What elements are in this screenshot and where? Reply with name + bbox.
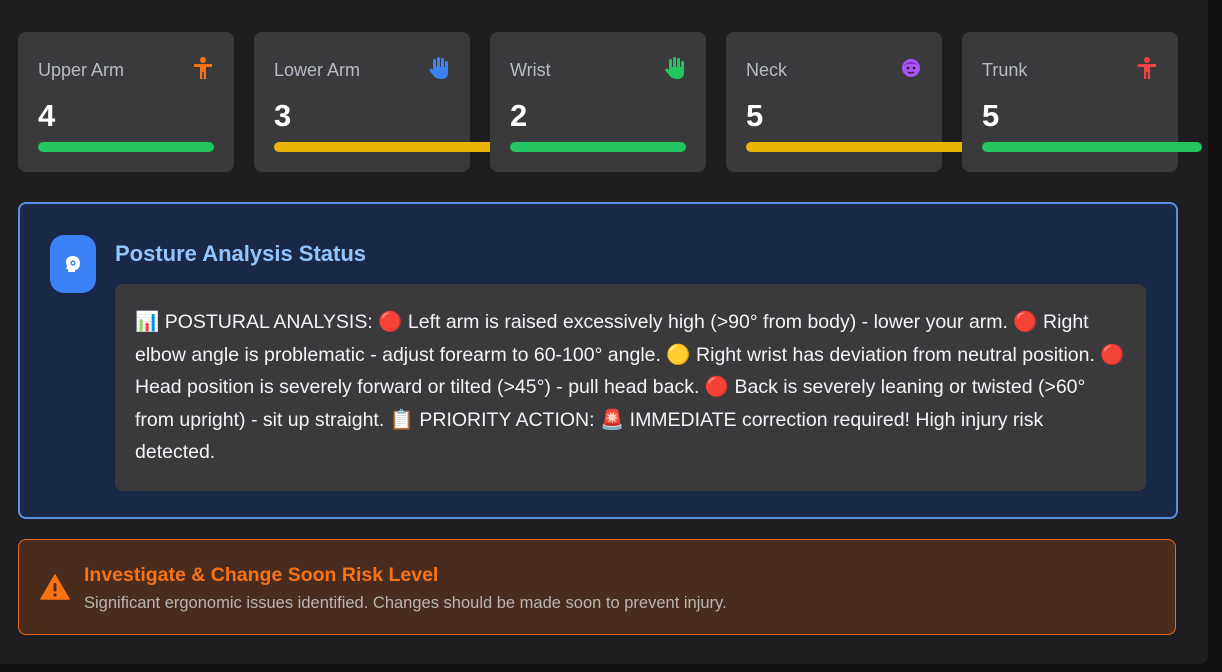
card-score: 5 bbox=[746, 98, 764, 133]
person-icon bbox=[1138, 57, 1156, 79]
analysis-message: 📊 POSTURAL ANALYSIS: 🔴 Left arm is raise… bbox=[135, 311, 1125, 463]
warning-triangle-icon bbox=[40, 574, 70, 600]
card-score: 4 bbox=[38, 98, 56, 133]
card-title: Upper Arm bbox=[38, 60, 125, 80]
face-icon bbox=[902, 59, 920, 77]
hand-icon bbox=[429, 57, 448, 79]
hand-icon bbox=[665, 57, 684, 79]
card-score: 5 bbox=[982, 98, 1000, 133]
score-bar bbox=[38, 142, 214, 152]
card-title: Trunk bbox=[982, 60, 1028, 80]
main-panel: Upper Arm 4 Lower Arm 3 Wrist 2 Neck 5 T… bbox=[0, 0, 1208, 664]
score-bar bbox=[982, 142, 1202, 152]
person-icon bbox=[194, 57, 212, 79]
card-lower-arm: Lower Arm 3 bbox=[254, 32, 490, 172]
risk-description: Significant ergonomic issues identified.… bbox=[84, 594, 727, 612]
card-neck: Neck 5 bbox=[726, 32, 962, 172]
card-trunk: Trunk 5 bbox=[962, 32, 1202, 172]
card-score: 2 bbox=[510, 98, 528, 133]
status-title: Posture Analysis Status bbox=[115, 241, 367, 266]
card-title: Neck bbox=[746, 60, 788, 80]
score-bar bbox=[746, 142, 962, 152]
risk-title: Investigate & Change Soon Risk Level bbox=[84, 564, 439, 586]
card-wrist: Wrist 2 bbox=[490, 32, 706, 172]
brain-gear-icon bbox=[50, 235, 96, 293]
risk-level-alert: Investigate & Change Soon Risk Level Sig… bbox=[18, 539, 1176, 635]
analysis-message-box: 📊 POSTURAL ANALYSIS: 🔴 Left arm is raise… bbox=[115, 284, 1146, 491]
card-upper-arm: Upper Arm 4 bbox=[18, 32, 234, 172]
score-bar bbox=[510, 142, 686, 152]
card-title: Wrist bbox=[510, 60, 551, 80]
card-title: Lower Arm bbox=[274, 60, 361, 80]
card-score: 3 bbox=[274, 98, 292, 133]
score-bar bbox=[274, 142, 490, 152]
posture-analysis-panel: Posture Analysis Status 📊 POSTURAL ANALY… bbox=[18, 202, 1178, 519]
